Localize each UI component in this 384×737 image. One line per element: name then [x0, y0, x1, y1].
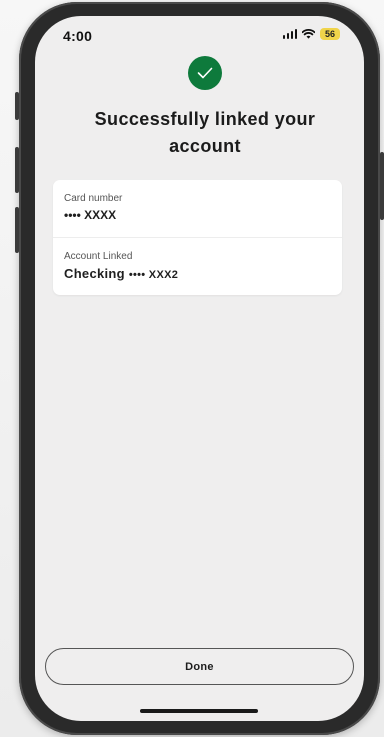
- phone-screen: 4:00 56 Successfully linked your account…: [35, 16, 364, 721]
- account-number: •••• XXX2: [128, 269, 179, 281]
- account-linked-value: Checking •••• XXX2: [64, 266, 342, 283]
- status-time: 4:00: [63, 28, 93, 44]
- card-number-row: Card number •••• XXXX: [53, 192, 342, 223]
- account-type: Checking: [64, 266, 125, 281]
- phone-frame: 4:00 56 Successfully linked your account…: [15, 2, 384, 735]
- signal-bars-icon: [282, 29, 297, 39]
- status-bar: 4:00 56: [35, 16, 364, 56]
- card-number-value: •••• XXXX: [64, 208, 117, 222]
- volume-up-button: [15, 147, 19, 193]
- battery-indicator: 56: [320, 28, 340, 40]
- mute-switch: [15, 92, 19, 120]
- linked-account-card: Card number •••• XXXX Account Linked Che…: [53, 180, 342, 295]
- checkmark-icon: [188, 56, 222, 90]
- done-button[interactable]: Done: [45, 648, 354, 685]
- power-button: [380, 152, 384, 220]
- status-icons: 56: [282, 28, 340, 40]
- volume-down-button: [15, 207, 19, 253]
- card-number-label: Card number: [64, 193, 123, 204]
- wifi-icon: [302, 29, 315, 39]
- home-indicator[interactable]: [140, 709, 258, 713]
- account-linked-label: Account Linked: [64, 251, 133, 262]
- background: 4:00 56 Successfully linked your account…: [0, 0, 384, 737]
- account-linked-row: Account Linked Checking •••• XXX2: [53, 250, 342, 283]
- divider: [53, 237, 342, 238]
- page-title: Successfully linked your account: [94, 109, 316, 156]
